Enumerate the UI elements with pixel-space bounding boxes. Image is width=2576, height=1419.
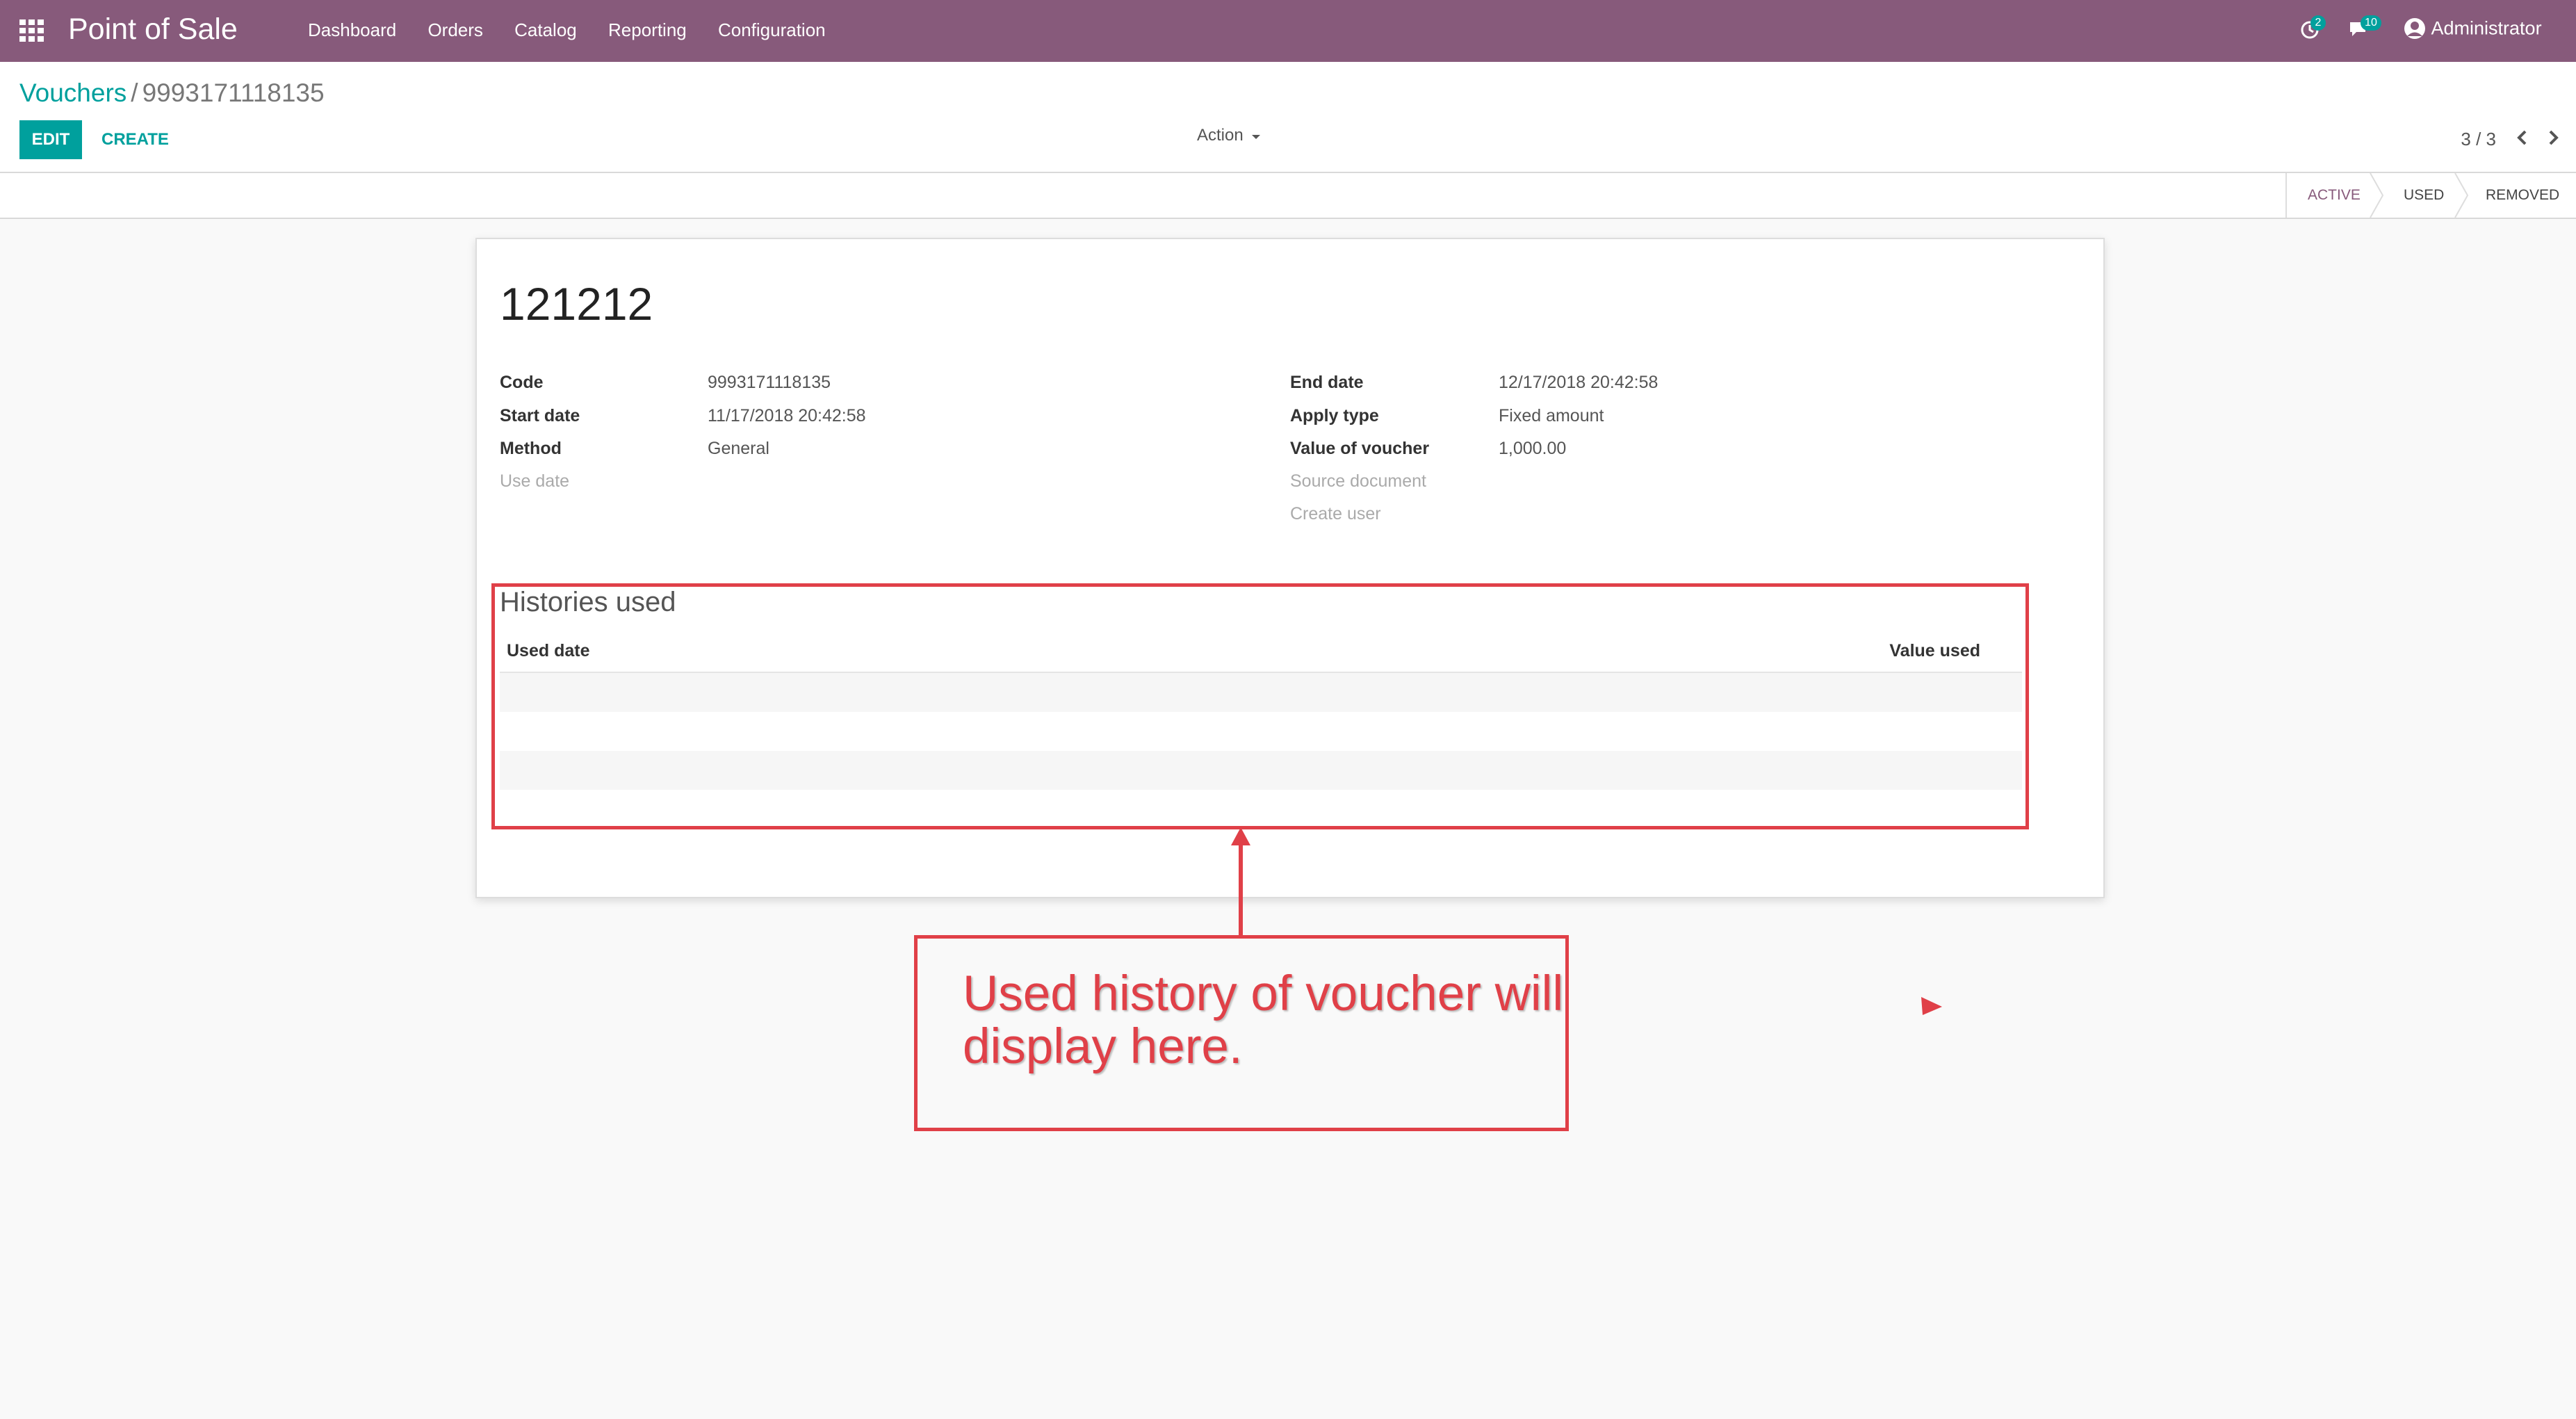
value-end-date: 12/17/2018 20:42:58 [1499, 373, 1658, 392]
top-navbar: Point of Sale Dashboard Orders Catalog R… [0, 0, 2576, 62]
control-panel: Vouchers/9993171118135 EDIT CREATE Actio… [0, 62, 2576, 173]
user-name: Administrator [2431, 17, 2542, 39]
menu-orders[interactable]: Orders [427, 19, 482, 40]
create-button[interactable]: CREATE [92, 120, 179, 159]
voucher-name: 121212 [500, 278, 653, 330]
stage-used[interactable]: USED [2404, 173, 2444, 218]
annotation-text: Used history of voucher will display her… [963, 968, 1563, 1073]
value-apply-type: Fixed amount [1499, 406, 1604, 425]
action-dropdown[interactable]: Action [1197, 126, 1262, 145]
apps-menu-icon[interactable] [19, 19, 44, 42]
label-use-date: Use date [500, 471, 570, 491]
chevron-left-icon [2517, 130, 2527, 145]
label-value-of-voucher: Value of voucher [1290, 439, 1430, 458]
statusbar-divider [2285, 173, 2287, 218]
mouse-cursor-icon [1921, 997, 1942, 1015]
stage-arrow-divider [2370, 173, 2384, 218]
value-value-of-voucher: 1,000.00 [1499, 439, 1567, 458]
label-code: Code [500, 373, 544, 392]
label-end-date: End date [1290, 373, 1364, 392]
label-start-date: Start date [500, 406, 580, 425]
annotation-arrow-icon [1231, 827, 1250, 936]
label-create-user: Create user [1290, 504, 1381, 524]
chevron-right-icon [2549, 130, 2559, 145]
annotation-line-1: Used history of voucher will [963, 966, 1564, 1021]
edit-button[interactable]: EDIT [19, 120, 82, 159]
activity-badge: 2 [2310, 15, 2326, 31]
menu-dashboard[interactable]: Dashboard [308, 19, 396, 40]
annotation-line-2: display here. [963, 1019, 1243, 1074]
pager-previous-button[interactable] [2511, 126, 2534, 149]
menu-configuration[interactable]: Configuration [718, 19, 826, 40]
breadcrumb-current: 9993171118135 [142, 79, 325, 107]
breadcrumb: Vouchers/9993171118135 [19, 79, 325, 108]
activity-clock-icon[interactable]: 2 [2299, 15, 2326, 40]
user-menu[interactable]: Administrator [2404, 17, 2542, 40]
statusbar: ACTIVE USED REMOVED [0, 173, 2576, 219]
value-start-date: 11/17/2018 20:42:58 [708, 406, 866, 425]
pager-next-button[interactable] [2541, 126, 2565, 149]
label-method: Method [500, 439, 562, 458]
menu-reporting[interactable]: Reporting [608, 19, 687, 40]
pager-value[interactable]: 3 / 3 [2461, 129, 2496, 150]
label-apply-type: Apply type [1290, 406, 1379, 425]
systray: 2 10 Administrator [2299, 15, 2563, 46]
caret-down-icon [1252, 135, 1261, 139]
messages-badge: 10 [2361, 15, 2381, 31]
breadcrumb-vouchers-link[interactable]: Vouchers [19, 79, 127, 107]
annotation-highlight-box [491, 583, 2029, 829]
stage-removed[interactable]: REMOVED [2486, 173, 2559, 218]
breadcrumb-separator: / [131, 79, 138, 107]
app-title[interactable]: Point of Sale [68, 13, 238, 47]
value-method: General [708, 439, 769, 458]
menu-catalog[interactable]: Catalog [514, 19, 577, 40]
stage-arrow-divider [2454, 173, 2469, 218]
label-source-document: Source document [1290, 471, 1426, 491]
stage-active[interactable]: ACTIVE [2308, 173, 2361, 218]
messages-chat-icon[interactable]: 10 [2348, 15, 2381, 40]
action-label: Action [1197, 126, 1244, 145]
value-code: 9993171118135 [708, 373, 831, 392]
avatar [2404, 17, 2425, 39]
main-menu: Dashboard Orders Catalog Reporting Confi… [308, 19, 852, 41]
